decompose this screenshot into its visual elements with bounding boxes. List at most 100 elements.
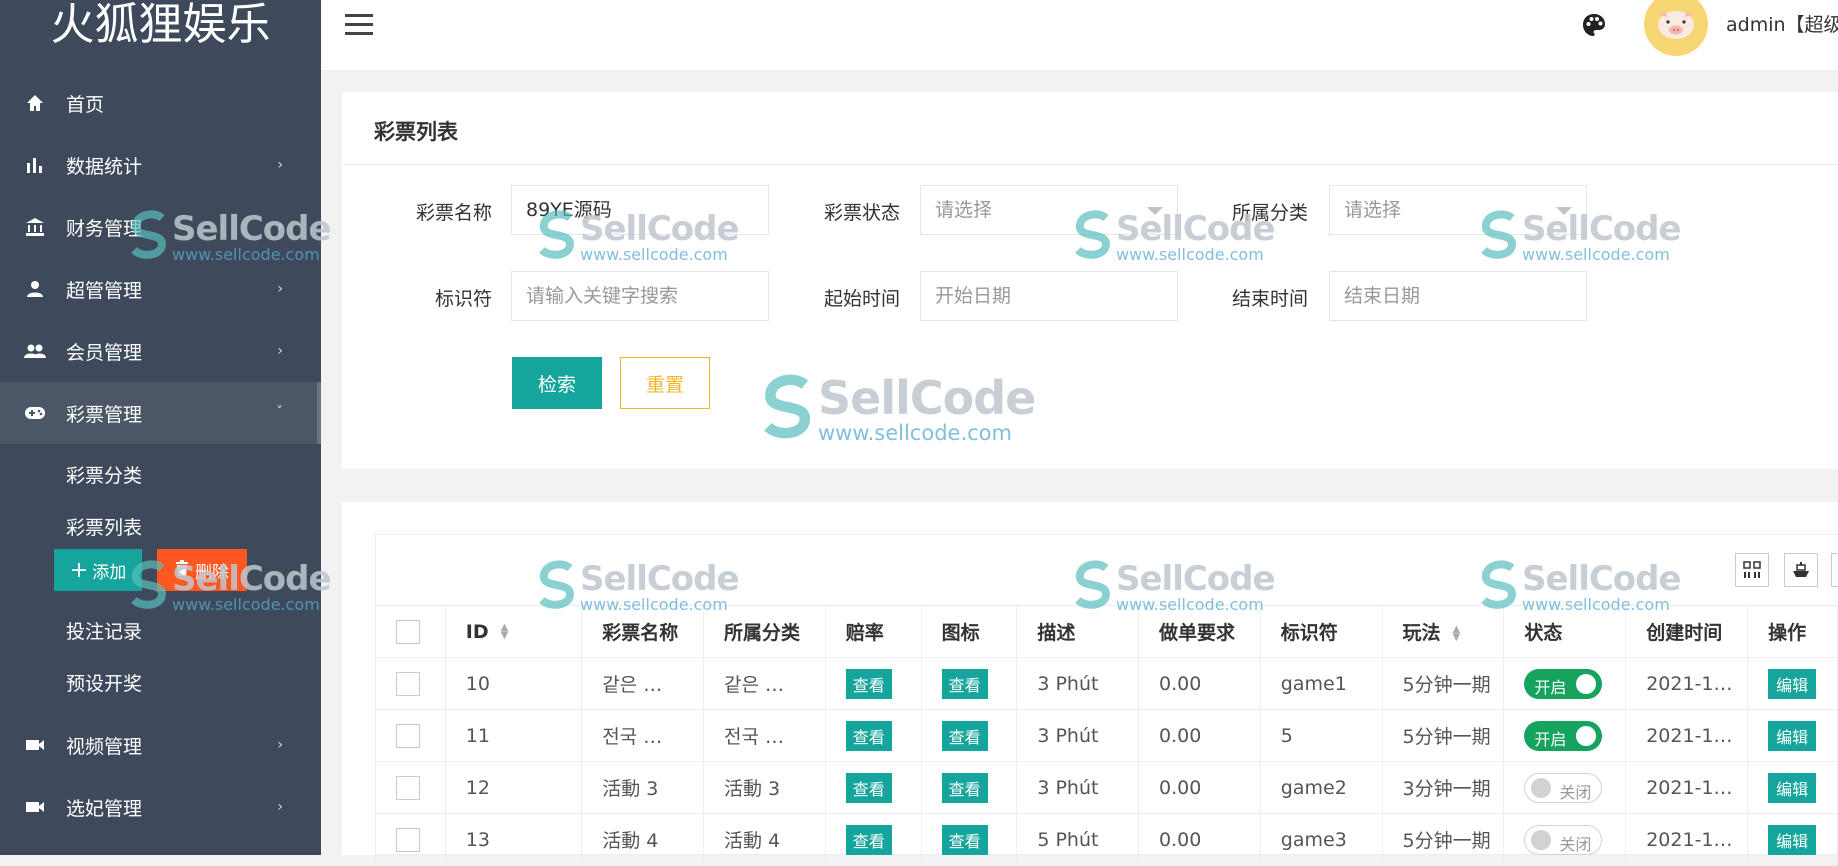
columns-icon[interactable] <box>1735 553 1769 587</box>
category-label: 所属分类 <box>1231 202 1308 224</box>
view-icon-button[interactable]: 查看 <box>941 720 988 751</box>
dropdown-arrow-icon <box>1147 207 1163 215</box>
toggle-knob <box>1576 725 1597 746</box>
status-toggle[interactable]: 关闭 <box>1524 772 1603 803</box>
status-select[interactable]: 请选择 <box>920 185 1178 235</box>
cell-actions: 编辑 <box>1747 761 1838 814</box>
cell-play: 5分钟一期 <box>1381 813 1505 866</box>
status-toggle-label: 开启 <box>1534 677 1567 697</box>
end-date-input[interactable]: 结束日期 <box>1329 271 1587 321</box>
cell-icon: 查看 <box>920 813 1018 866</box>
table-row: 12 活動 3 活動 3 查看 查看 3 Phút 0.00 game2 3分钟一期 关闭 2021… <box>375 761 1838 814</box>
people-icon <box>24 340 46 362</box>
sidebar-subitem-bets[interactable]: 投注记录 <box>0 606 321 658</box>
chevron-down-icon: ˇ <box>276 405 283 421</box>
status-toggle[interactable]: 关闭 <box>1524 824 1603 855</box>
row-checkbox[interactable] <box>396 775 420 800</box>
toggle-knob <box>1576 673 1597 694</box>
sidebar-item-finance[interactable]: 财务管理 › <box>0 196 321 258</box>
cell-code: game2 <box>1259 761 1383 814</box>
col-id-label: ID <box>465 620 489 643</box>
sort-icon[interactable]: ▲ ▼ <box>501 623 509 641</box>
page-title: 彩票列表 <box>374 120 458 144</box>
cell-icon: 查看 <box>920 709 1018 762</box>
sidebar-item-concubine[interactable]: 选妃管理 › <box>0 776 321 838</box>
view-odds-button[interactable]: 查看 <box>845 772 892 803</box>
sidebar-item-members[interactable]: 会员管理 › <box>0 320 321 382</box>
chevron-right-icon: › <box>277 219 283 235</box>
select-all-checkbox[interactable] <box>396 619 420 644</box>
edit-button[interactable]: 编辑 <box>1768 772 1817 803</box>
sidebar-item-home[interactable]: 首页 <box>0 72 321 134</box>
status-toggle-label: 开启 <box>1534 729 1567 749</box>
row-select-cell <box>375 813 446 866</box>
sidebar-item-stats[interactable]: 数据统计 › <box>0 134 321 196</box>
category-placeholder: 请选择 <box>1344 199 1402 221</box>
cell-play: 5分钟一期 <box>1381 657 1505 710</box>
sidebar-item-admins[interactable]: 超管管理 › <box>0 258 321 320</box>
row-checkbox[interactable] <box>396 723 420 748</box>
chevron-right-icon: › <box>277 157 283 173</box>
edit-button[interactable]: 编辑 <box>1768 668 1817 699</box>
cell-category: 活動 3 <box>703 761 826 814</box>
print-icon[interactable] <box>1831 553 1838 587</box>
add-button[interactable]: + 添加 <box>54 549 142 591</box>
sidebar: 火狐狸娱乐 首页 数据统计 › 财务管理 › 超管管理 › 会员管理 › 彩票管 <box>0 0 321 855</box>
top-header: admin【超级 <box>321 0 1838 71</box>
sidebar-subitem-category[interactable]: 彩票分类 <box>0 450 321 502</box>
cell-desc: 5 Phút <box>1016 813 1139 866</box>
video-icon <box>24 734 46 756</box>
code-input[interactable]: 请输入关键字搜索 <box>511 271 769 321</box>
status-toggle[interactable]: 开启 <box>1524 720 1603 751</box>
palette-icon[interactable] <box>1581 12 1607 42</box>
col-code: 标识符 <box>1259 605 1383 658</box>
table-row: 10 같은 … 같은 … 查看 查看 3 Phút 0.00 game1 5分钟一期 开启 2021… <box>375 657 1838 710</box>
cell-odds: 查看 <box>824 761 922 814</box>
delete-button[interactable]: 删除 <box>157 549 247 591</box>
avatar[interactable] <box>1644 0 1708 56</box>
plus-icon: + <box>69 557 89 583</box>
cell-odds: 查看 <box>824 709 922 762</box>
view-odds-button[interactable]: 查看 <box>845 668 892 699</box>
export-icon[interactable] <box>1784 553 1818 587</box>
row-checkbox[interactable] <box>396 671 420 696</box>
col-play[interactable]: 玩法 ▲ ▼ <box>1381 605 1505 658</box>
row-checkbox[interactable] <box>396 827 420 852</box>
category-select[interactable]: 请选择 <box>1329 185 1587 235</box>
reset-button[interactable]: 重置 <box>620 357 710 409</box>
status-placeholder: 请选择 <box>935 199 993 221</box>
sidebar-item-lottery[interactable]: 彩票管理 ˇ <box>0 382 321 444</box>
name-input[interactable]: 89YE源码 <box>511 185 769 235</box>
sidebar-item-label: 财务管理 <box>66 217 143 240</box>
edit-button[interactable]: 编辑 <box>1768 720 1817 751</box>
cell-actions: 编辑 <box>1747 709 1838 762</box>
sort-icon[interactable]: ▲ ▼ <box>1453 624 1461 642</box>
status-toggle-label: 关闭 <box>1559 782 1592 802</box>
start-date-input[interactable]: 开始日期 <box>920 271 1178 321</box>
view-icon-button[interactable]: 查看 <box>941 668 988 699</box>
sidebar-subitem-list[interactable]: 彩票列表 <box>0 502 321 554</box>
status-toggle[interactable]: 开启 <box>1524 668 1603 699</box>
cell-desc: 3 Phút <box>1016 709 1139 762</box>
video-icon <box>24 796 46 818</box>
sidebar-item-label: 视频管理 <box>66 735 143 758</box>
sidebar-subitem-preset[interactable]: 预设开奖 <box>0 658 321 710</box>
view-odds-button[interactable]: 查看 <box>845 720 892 751</box>
view-odds-button[interactable]: 查看 <box>845 824 892 855</box>
sidebar-item-label: 首页 <box>66 93 105 116</box>
view-icon-button[interactable]: 查看 <box>941 772 988 803</box>
sidebar-item-video[interactable]: 视频管理 › <box>0 714 321 776</box>
menu-toggle-icon[interactable] <box>345 14 373 36</box>
cell-status: 关闭 <box>1503 761 1627 814</box>
view-icon-button[interactable]: 查看 <box>941 824 988 855</box>
add-button-label: 添加 <box>92 562 127 583</box>
col-id[interactable]: ID ▲ ▼ <box>444 605 583 658</box>
edit-button[interactable]: 编辑 <box>1768 824 1817 855</box>
search-button[interactable]: 检索 <box>512 357 602 409</box>
cell-name: 活動 4 <box>581 813 704 866</box>
gamepad-icon <box>24 402 46 424</box>
toggle-knob <box>1531 777 1552 798</box>
username[interactable]: admin【超级 <box>1726 10 1838 37</box>
cell-code: game3 <box>1259 813 1383 866</box>
cell-requirement: 0.00 <box>1138 813 1261 866</box>
